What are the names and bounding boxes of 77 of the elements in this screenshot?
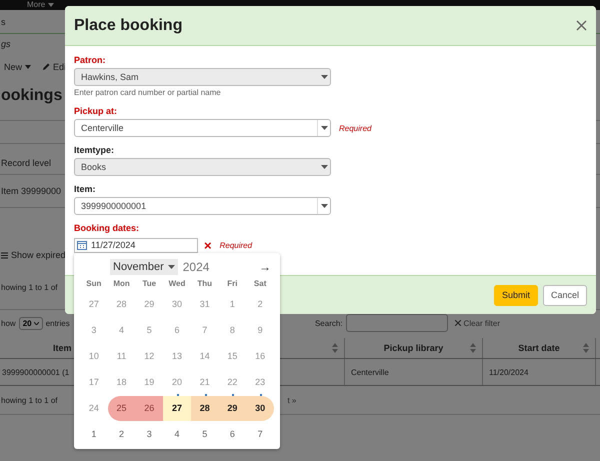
caret-icon (168, 265, 175, 269)
sort-icon[interactable] (470, 343, 476, 353)
column-header[interactable]: Start date (518, 343, 560, 353)
weekday-label: Wed (168, 278, 186, 290)
caret-icon (320, 204, 328, 208)
calendar-day[interactable]: 27 (163, 396, 191, 420)
close-icon[interactable] (576, 20, 587, 31)
month-select[interactable]: November (110, 259, 178, 275)
field-label: Pickup at: (74, 106, 118, 117)
year-input[interactable]: 2024 (182, 260, 210, 274)
calendar-day[interactable]: 29 (218, 396, 246, 420)
column-header[interactable]: Pickup library (384, 343, 444, 353)
calendar-day[interactable]: 1 (80, 422, 108, 446)
calendar-icon (77, 240, 87, 250)
column-header[interactable]: Item (53, 343, 72, 353)
calendar-day[interactable]: 6 (218, 422, 246, 446)
search-field[interactable] (346, 314, 448, 332)
table-cell: Item 39999000 (1, 186, 62, 196)
submit-button[interactable]: Submit (494, 284, 538, 306)
table-info-text: howing 1 to 1 of (1, 282, 58, 292)
calendar-day[interactable]: 2 (108, 422, 136, 446)
sort-icon[interactable] (583, 343, 589, 353)
error-text: Required (339, 124, 372, 132)
caret-icon (48, 3, 54, 7)
caret-icon (320, 126, 328, 130)
caret-icon (320, 75, 328, 79)
chevron-icon (34, 322, 39, 324)
calendar-day[interactable]: 3 (135, 422, 164, 446)
select-field[interactable]: Centerville (74, 119, 331, 137)
error-text: Required (220, 240, 252, 250)
weekday-label: Mon (112, 278, 131, 290)
calendar-day[interactable]: 26 (135, 396, 164, 420)
weekday-label: Tue (141, 278, 158, 290)
nav-menu-item[interactable]: More (27, 0, 46, 10)
field-label: Booking dates: (74, 223, 140, 234)
length-label: entries (46, 318, 70, 328)
calendar-day[interactable]: 25 (108, 396, 136, 420)
calendar-day[interactable]: 30 (246, 396, 274, 420)
show-expired-link[interactable]: Show expired (11, 250, 66, 260)
next-month-button[interactable]: → (259, 260, 271, 274)
table-cell: 11/20/2024 (489, 368, 528, 376)
field-label: Patron: (74, 55, 106, 66)
sort-icon[interactable] (332, 343, 338, 353)
field-label: Itemtype: (74, 145, 116, 156)
table-cell: Centerville (351, 368, 389, 376)
list-icon (1, 252, 8, 258)
field-hint: Enter patron card number or partial name (74, 88, 222, 98)
length-label: how (1, 318, 16, 328)
calendar-day[interactable]: 4 (163, 422, 191, 446)
table-info-text: howing 1 to 1 of (1, 396, 58, 404)
pencil-icon (42, 63, 50, 71)
caret-icon (320, 165, 328, 169)
weekday-label: Sat (252, 278, 268, 290)
page-heading: ookings (0, 86, 63, 106)
cancel-button[interactable]: Cancel (542, 284, 587, 306)
calendar-day[interactable]: 7 (246, 422, 274, 446)
clear-date-button[interactable]: × (204, 238, 212, 252)
pagination-link[interactable]: t » (287, 396, 296, 404)
select-field[interactable]: 3999900000001 (74, 197, 331, 215)
clear-filter-link[interactable]: Clear filter (464, 318, 500, 328)
search-label: Search: (314, 318, 343, 328)
field-label: Item: (74, 184, 97, 195)
new-button[interactable]: New (4, 62, 22, 72)
column-header: Record level (1, 158, 52, 168)
weekday-label: Sun (85, 278, 102, 290)
table-cell: 3999900000001 (1 (2, 368, 70, 376)
length-select[interactable]: 20 (18, 316, 43, 330)
weekday-label: Fri (226, 278, 239, 290)
calendar-day[interactable]: 5 (190, 422, 219, 446)
breadcrumb-text[interactable]: s (1, 16, 6, 26)
calendar-day[interactable]: 28 (190, 396, 219, 420)
weekday-label: Thu (196, 278, 214, 290)
dialog-title: Place booking (74, 16, 182, 34)
breadcrumb-text: gs (1, 39, 11, 49)
close-icon (454, 320, 461, 326)
date-input[interactable]: 11/27/2024 (74, 238, 198, 252)
caret-icon (25, 65, 32, 69)
